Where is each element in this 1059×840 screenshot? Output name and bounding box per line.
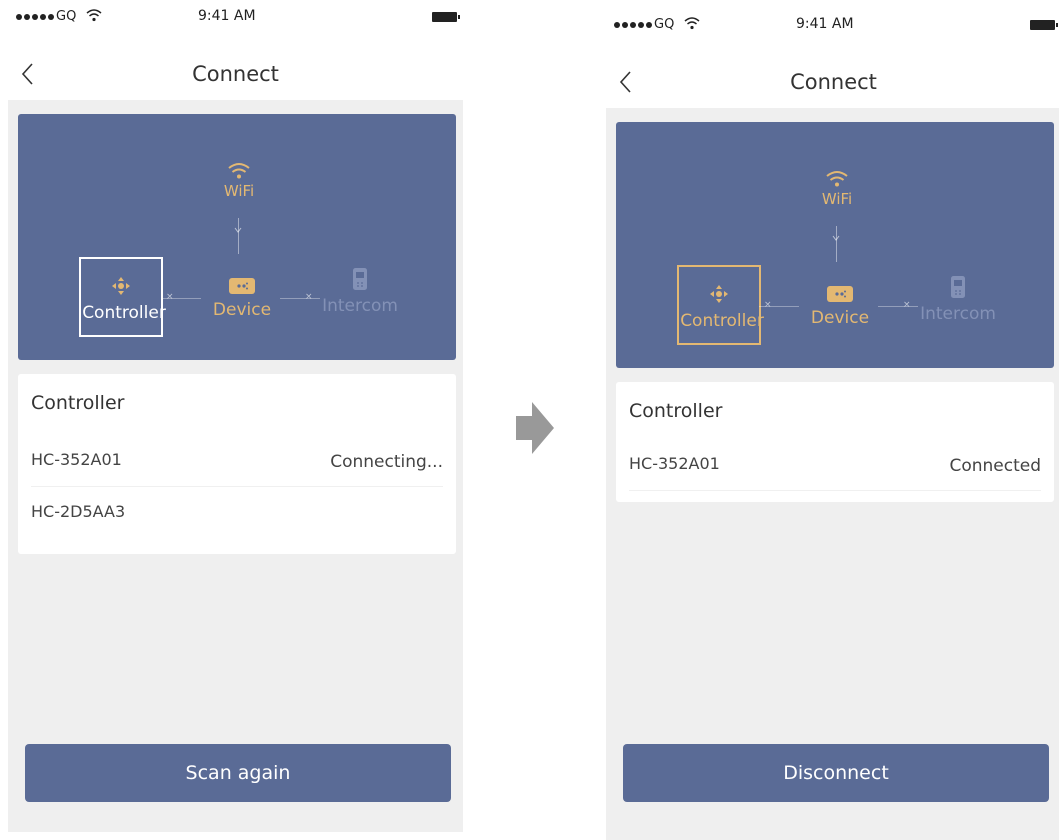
clock: 9:41 AM bbox=[796, 16, 854, 32]
page-title: Connect bbox=[790, 70, 877, 94]
connection-status: Connecting... bbox=[330, 452, 443, 472]
list-title: Controller bbox=[31, 392, 125, 414]
controller-label: Controller bbox=[82, 303, 166, 323]
connector-line bbox=[878, 306, 918, 307]
link-mark-icon: × bbox=[305, 292, 313, 302]
controller-icon bbox=[710, 285, 728, 303]
content-area: WiFi Controller × Device × Intercom Cont… bbox=[606, 108, 1059, 840]
intercom-label: Intercom bbox=[322, 296, 398, 316]
intercom-label: Intercom bbox=[920, 304, 996, 324]
wifi-label: WiFi bbox=[821, 190, 853, 208]
controller-list: Controller HC-352A01 Connected bbox=[616, 382, 1054, 502]
wifi-connector-line bbox=[836, 226, 837, 262]
down-arrow-icon bbox=[832, 235, 840, 241]
device-node: Device bbox=[208, 276, 276, 320]
connector-line bbox=[280, 298, 320, 299]
transition-arrow-icon bbox=[516, 402, 554, 454]
scan-again-button[interactable]: Scan again bbox=[25, 744, 451, 802]
controller-list: Controller HC-352A01 Connecting... HC-2D… bbox=[18, 374, 456, 554]
intercom-icon bbox=[353, 268, 367, 290]
controller-node-selected[interactable]: Controller bbox=[79, 257, 166, 337]
link-mark-icon: × bbox=[166, 292, 174, 302]
status-wifi-icon bbox=[684, 17, 700, 30]
signal-dots-icon bbox=[614, 22, 652, 28]
controller-icon bbox=[112, 277, 130, 295]
intercom-icon bbox=[951, 276, 965, 298]
nav-bar: Connect bbox=[606, 58, 1059, 106]
wifi-icon bbox=[228, 163, 250, 179]
controller-label: Controller bbox=[680, 311, 764, 331]
device-name: HC-352A01 bbox=[31, 450, 122, 469]
status-wifi-icon bbox=[86, 9, 102, 22]
device-icon bbox=[827, 286, 853, 302]
device-label: Device bbox=[810, 308, 870, 328]
wifi-label: WiFi bbox=[223, 182, 255, 200]
wifi-icon bbox=[826, 171, 848, 187]
link-mark-icon: × bbox=[764, 300, 772, 310]
disconnect-button[interactable]: Disconnect bbox=[623, 744, 1049, 802]
device-node: Device bbox=[806, 284, 874, 328]
wifi-connector-line bbox=[238, 218, 239, 254]
device-label: Device bbox=[212, 300, 272, 320]
status-bar: GQ 9:41 AM bbox=[8, 0, 463, 30]
phone-screen-connecting: GQ 9:41 AM Connect WiFi Controller × Dev… bbox=[8, 0, 463, 832]
list-item[interactable]: HC-2D5AA3 bbox=[31, 488, 443, 538]
link-mark-icon: × bbox=[903, 300, 911, 310]
intercom-node: Intercom bbox=[916, 274, 1000, 324]
content-area: WiFi Controller × Device × Intercom Cont… bbox=[8, 100, 463, 832]
phone-screen-connected: GQ 9:41 AM Connect WiFi Controller × Dev… bbox=[606, 8, 1059, 840]
controller-node-selected[interactable]: Controller bbox=[677, 265, 764, 345]
connection-diagram: WiFi Controller × Device × Intercom bbox=[616, 122, 1054, 368]
nav-bar: Connect bbox=[8, 50, 463, 98]
down-arrow-icon bbox=[234, 227, 242, 233]
connection-status: Connected bbox=[949, 456, 1041, 476]
device-name: HC-352A01 bbox=[629, 454, 720, 473]
intercom-node: Intercom bbox=[318, 266, 402, 316]
device-icon bbox=[229, 278, 255, 294]
list-title: Controller bbox=[629, 400, 723, 422]
battery-icon bbox=[1030, 20, 1058, 30]
status-bar: GQ 9:41 AM bbox=[606, 8, 1059, 38]
wifi-node: WiFi bbox=[219, 162, 259, 200]
page-title: Connect bbox=[192, 62, 279, 86]
clock: 9:41 AM bbox=[198, 8, 256, 24]
carrier-label: GQ bbox=[56, 9, 77, 24]
wifi-node: WiFi bbox=[817, 170, 857, 208]
list-item[interactable]: HC-352A01 Connected bbox=[629, 440, 1041, 491]
carrier-label: GQ bbox=[654, 17, 675, 32]
connection-diagram: WiFi Controller × Device × Intercom bbox=[18, 114, 456, 360]
signal-dots-icon bbox=[16, 14, 54, 20]
device-name: HC-2D5AA3 bbox=[31, 502, 126, 521]
battery-icon bbox=[432, 12, 460, 22]
list-item[interactable]: HC-352A01 Connecting... bbox=[31, 436, 443, 487]
